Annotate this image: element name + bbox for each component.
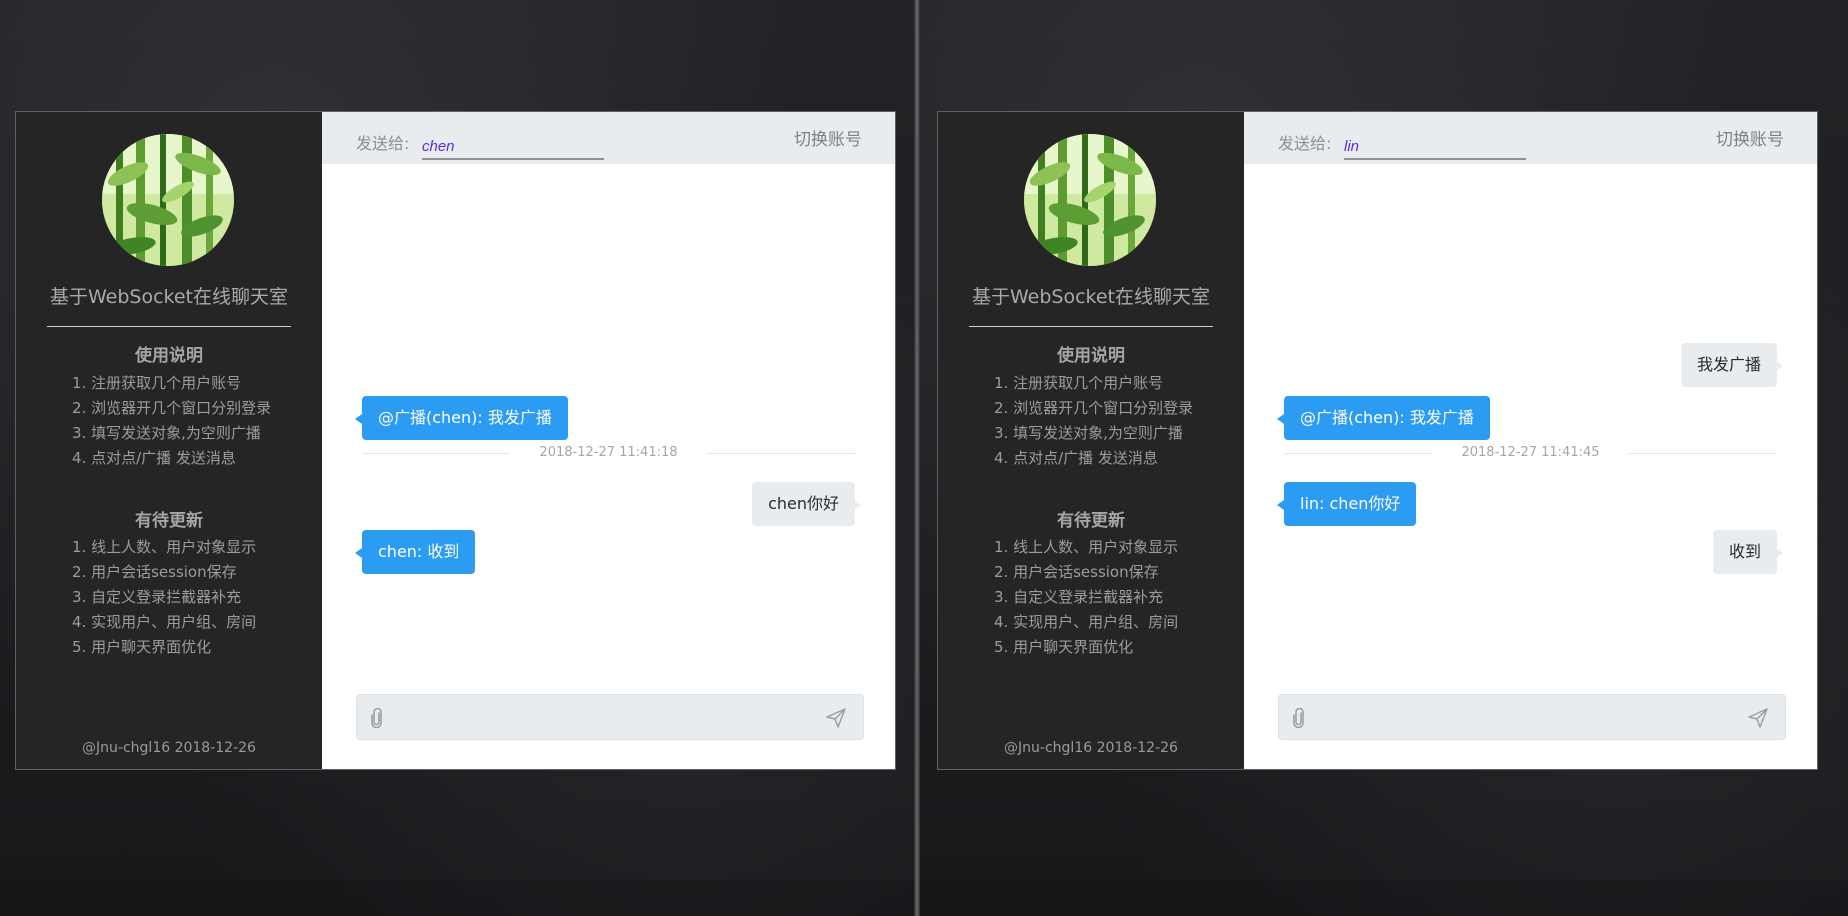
list-item: 2. 用户会话session保存 xyxy=(72,563,237,581)
message-list: @广播(chen): 我发广播 2018-12-27 11:41:18 chen… xyxy=(322,164,895,664)
chat-header: 发送给: 切换账号 xyxy=(1244,112,1817,164)
switch-account-button[interactable]: 切换账号 xyxy=(1716,125,1784,150)
browser-window-left: 基于WebSocket在线聊天室 使用说明 1. 注册获取几个用户账号 2. 浏… xyxy=(0,0,914,916)
message-composer xyxy=(356,694,864,740)
list-item: 2. 浏览器开几个窗口分别登录 xyxy=(994,399,1194,417)
switch-account-button[interactable]: 切换账号 xyxy=(794,125,862,150)
outgoing-message: chen你好 xyxy=(752,482,861,526)
message-input[interactable] xyxy=(397,701,807,733)
list-item: 3. 填写发送对象,为空则广播 xyxy=(994,424,1183,442)
list-item: 5. 用户聊天界面优化 xyxy=(994,638,1134,656)
list-item: 3. 自定义登录拦截器补充 xyxy=(72,588,242,606)
usage-title: 使用说明 xyxy=(135,346,203,366)
usage-list: 1. 注册获取几个用户账号 2. 浏览器开几个窗口分别登录 3. 填写发送对象,… xyxy=(72,371,312,471)
footer-credit: @Jnu-chgl16 2018-12-26 xyxy=(82,740,256,756)
message-list: 我发广播 @广播(chen): 我发广播 2018-12-27 11:41:45… xyxy=(1244,164,1817,664)
list-item: 4. 实现用户、用户组、房间 xyxy=(994,613,1179,631)
sidebar: 基于WebSocket在线聊天室 使用说明 1. 注册获取几个用户账号 2. 浏… xyxy=(938,112,1244,769)
usage-title: 使用说明 xyxy=(1057,346,1125,366)
usage-list: 1. 注册获取几个用户账号 2. 浏览器开几个窗口分别登录 3. 填写发送对象,… xyxy=(994,371,1234,471)
bamboo-avatar-image xyxy=(1024,134,1156,266)
paper-plane-icon[interactable] xyxy=(1747,707,1769,729)
list-item: 3. 自定义登录拦截器补充 xyxy=(994,588,1164,606)
chat-window: 基于WebSocket在线聊天室 使用说明 1. 注册获取几个用户账号 2. 浏… xyxy=(937,111,1818,770)
separator-line xyxy=(1629,453,1777,454)
list-item: 3. 填写发送对象,为空则广播 xyxy=(72,424,261,442)
title-divider xyxy=(47,326,291,327)
bamboo-avatar-image xyxy=(102,134,234,266)
send-to-input[interactable] xyxy=(422,126,604,160)
message-input[interactable] xyxy=(1319,701,1729,733)
outgoing-message: 收到 xyxy=(1712,530,1784,574)
message-composer xyxy=(1278,694,1786,740)
outgoing-message: 我发广播 xyxy=(1680,343,1784,387)
footer-credit: @Jnu-chgl16 2018-12-26 xyxy=(1004,740,1178,756)
app-title: 基于WebSocket在线聊天室 xyxy=(49,286,289,308)
todo-title: 有待更新 xyxy=(135,511,203,531)
todo-list: 1. 线上人数、用户对象显示 2. 用户会话session保存 3. 自定义登录… xyxy=(994,535,1234,660)
incoming-message: @广播(chen): 我发广播 xyxy=(1277,396,1490,440)
chat-header: 发送给: 切换账号 xyxy=(322,112,895,164)
separator-line xyxy=(707,453,855,454)
list-item: 4. 点对点/广播 发送消息 xyxy=(994,449,1158,467)
paperclip-icon[interactable] xyxy=(370,708,384,728)
paperclip-icon[interactable] xyxy=(1292,708,1306,728)
list-item: 1. 注册获取几个用户账号 xyxy=(72,374,242,392)
send-to-input[interactable] xyxy=(1344,126,1526,160)
chat-window: 基于WebSocket在线聊天室 使用说明 1. 注册获取几个用户账号 2. 浏… xyxy=(15,111,896,770)
time-separator: 2018-12-27 11:41:18 xyxy=(362,443,855,463)
background-band xyxy=(0,880,914,916)
send-to-label: 发送给: xyxy=(1278,134,1332,153)
list-item: 2. 用户会话session保存 xyxy=(994,563,1159,581)
app-title: 基于WebSocket在线聊天室 xyxy=(971,286,1211,308)
incoming-message: @广播(chen): 我发广播 xyxy=(355,396,568,440)
browser-window-right: 基于WebSocket在线聊天室 使用说明 1. 注册获取几个用户账号 2. 浏… xyxy=(920,0,1848,916)
sidebar: 基于WebSocket在线聊天室 使用说明 1. 注册获取几个用户账号 2. 浏… xyxy=(16,112,322,769)
title-divider xyxy=(969,326,1213,327)
list-item: 4. 点对点/广播 发送消息 xyxy=(72,449,236,467)
incoming-message: chen: 收到 xyxy=(354,530,476,574)
incoming-message: lin: chen你好 xyxy=(1276,482,1417,526)
send-to-label: 发送给: xyxy=(356,134,410,153)
todo-title: 有待更新 xyxy=(1057,511,1125,531)
list-item: 5. 用户聊天界面优化 xyxy=(72,638,212,656)
list-item: 1. 线上人数、用户对象显示 xyxy=(72,538,257,556)
list-item: 1. 线上人数、用户对象显示 xyxy=(994,538,1179,556)
list-item: 4. 实现用户、用户组、房间 xyxy=(72,613,257,631)
background-band xyxy=(920,880,1848,916)
list-item: 2. 浏览器开几个窗口分别登录 xyxy=(72,399,272,417)
paper-plane-icon[interactable] xyxy=(825,707,847,729)
list-item: 1. 注册获取几个用户账号 xyxy=(994,374,1164,392)
todo-list: 1. 线上人数、用户对象显示 2. 用户会话session保存 3. 自定义登录… xyxy=(72,535,312,660)
time-separator: 2018-12-27 11:41:45 xyxy=(1284,443,1777,463)
